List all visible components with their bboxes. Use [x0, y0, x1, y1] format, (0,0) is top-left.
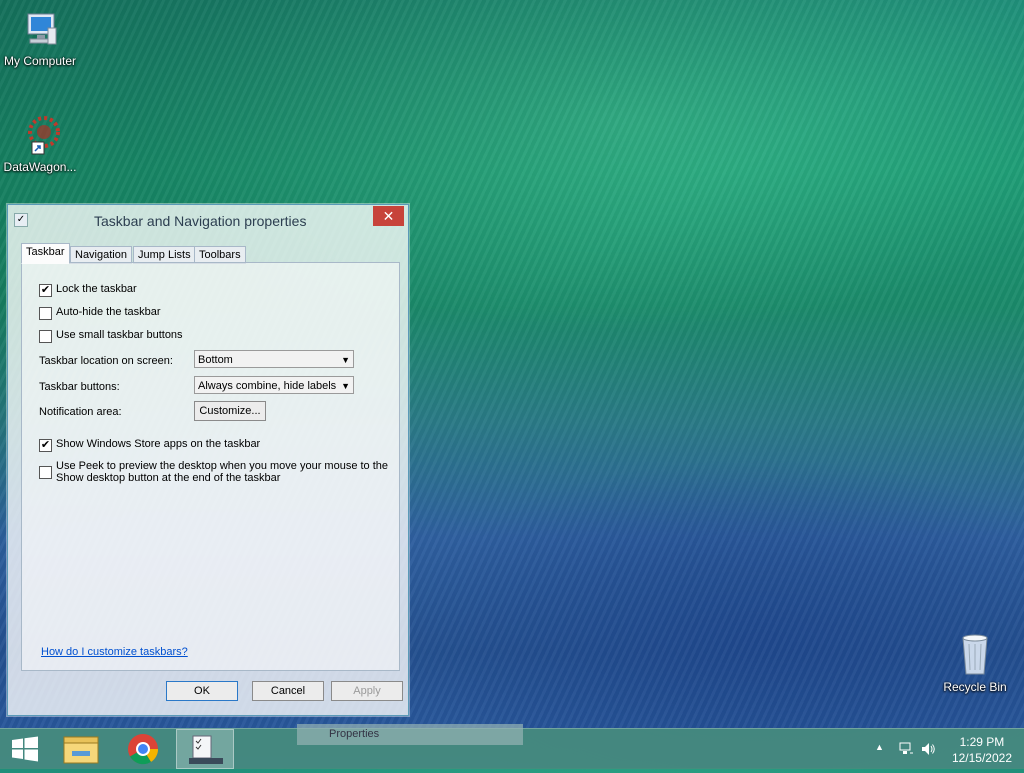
dialog-client-area: Taskbar Navigation Jump Lists Toolbars ✔… — [16, 235, 403, 705]
location-value: Bottom — [198, 354, 233, 366]
location-label: Taskbar location on screen: — [39, 355, 173, 367]
desktop-icon-label: Recycle Bin — [943, 680, 1007, 694]
taskbar-clock[interactable]: 1:29 PM 12/15/2022 — [952, 734, 1012, 766]
taskbar-buttons-dropdown[interactable]: Always combine, hide labels ▼ — [194, 376, 354, 394]
auto-hide-label: Auto-hide the taskbar — [56, 306, 161, 318]
window-title: Taskbar and Navigation properties — [94, 213, 307, 229]
auto-hide-checkbox[interactable] — [39, 307, 52, 320]
show-hidden-icons-icon[interactable]: ▲ — [875, 742, 884, 752]
lock-taskbar-checkbox[interactable]: ✔ — [39, 284, 52, 297]
windows-logo-icon — [12, 736, 38, 762]
clock-time: 1:29 PM — [959, 735, 1005, 749]
properties-taskbar-button[interactable] — [176, 729, 234, 769]
taskbar-properties-window: ✓ Taskbar and Navigation properties ✕ Ta… — [7, 204, 409, 716]
customize-button[interactable]: Customize... — [194, 401, 266, 421]
system-tray: ▲ — [870, 729, 940, 769]
recycle-bin-icon — [962, 634, 988, 675]
folder-icon — [63, 736, 99, 764]
peek-checkbox[interactable] — [39, 466, 52, 479]
computer-icon — [27, 13, 57, 45]
cancel-button[interactable]: Cancel — [252, 681, 324, 701]
properties-icon — [189, 735, 223, 764]
properties-icon: ✓ — [14, 213, 28, 227]
start-button[interactable] — [0, 729, 50, 769]
small-buttons-label: Use small taskbar buttons — [56, 329, 183, 341]
desktop-icon-label: DataWagon... — [3, 160, 77, 174]
chevron-down-icon: ▼ — [341, 355, 350, 365]
desktop-icon-my-computer[interactable]: My Computer — [0, 8, 80, 68]
apply-button[interactable]: Apply — [331, 681, 403, 701]
peek-label-line2: Show desktop button at the end of the ta… — [56, 472, 281, 484]
lock-taskbar-label: Lock the taskbar — [56, 283, 137, 295]
store-apps-label: Show Windows Store apps on the taskbar — [56, 438, 261, 450]
taskbar-buttons-label: Taskbar buttons: — [39, 381, 120, 393]
datawagon-icon — [28, 116, 60, 155]
taskbar-tooltip: Properties — [297, 724, 523, 745]
window-titlebar[interactable]: ✓ Taskbar and Navigation properties ✕ — [8, 205, 408, 233]
peek-label-line1: Use Peek to preview the desktop when you… — [56, 460, 389, 472]
taskbar-tab-panel: ✔ Lock the taskbar Auto-hide the taskbar… — [21, 262, 400, 671]
notification-area-label: Notification area: — [39, 406, 122, 418]
tab-taskbar[interactable]: Taskbar — [21, 243, 70, 264]
close-button[interactable]: ✕ — [373, 206, 404, 226]
small-buttons-checkbox[interactable] — [39, 330, 52, 343]
chrome-icon — [128, 734, 159, 765]
store-apps-checkbox[interactable]: ✔ — [39, 439, 52, 452]
desktop-icon-datawagon[interactable]: DataWagon... — [0, 112, 80, 174]
help-link[interactable]: How do I customize taskbars? — [41, 646, 188, 658]
chevron-down-icon: ▼ — [341, 381, 350, 391]
file-explorer-taskbar-button[interactable] — [52, 729, 110, 769]
location-dropdown[interactable]: Bottom ▼ — [194, 350, 354, 368]
desktop-icon-recycle-bin[interactable]: Recycle Bin — [935, 630, 1015, 694]
network-icon[interactable] — [898, 741, 914, 757]
taskbar-buttons-value: Always combine, hide labels — [198, 380, 337, 392]
clock-date: 12/15/2022 — [951, 751, 1012, 765]
chrome-taskbar-button[interactable] — [114, 729, 172, 769]
volume-icon[interactable] — [920, 741, 936, 757]
ok-button[interactable]: OK — [166, 681, 238, 701]
desktop-icon-label: My Computer — [3, 54, 77, 68]
